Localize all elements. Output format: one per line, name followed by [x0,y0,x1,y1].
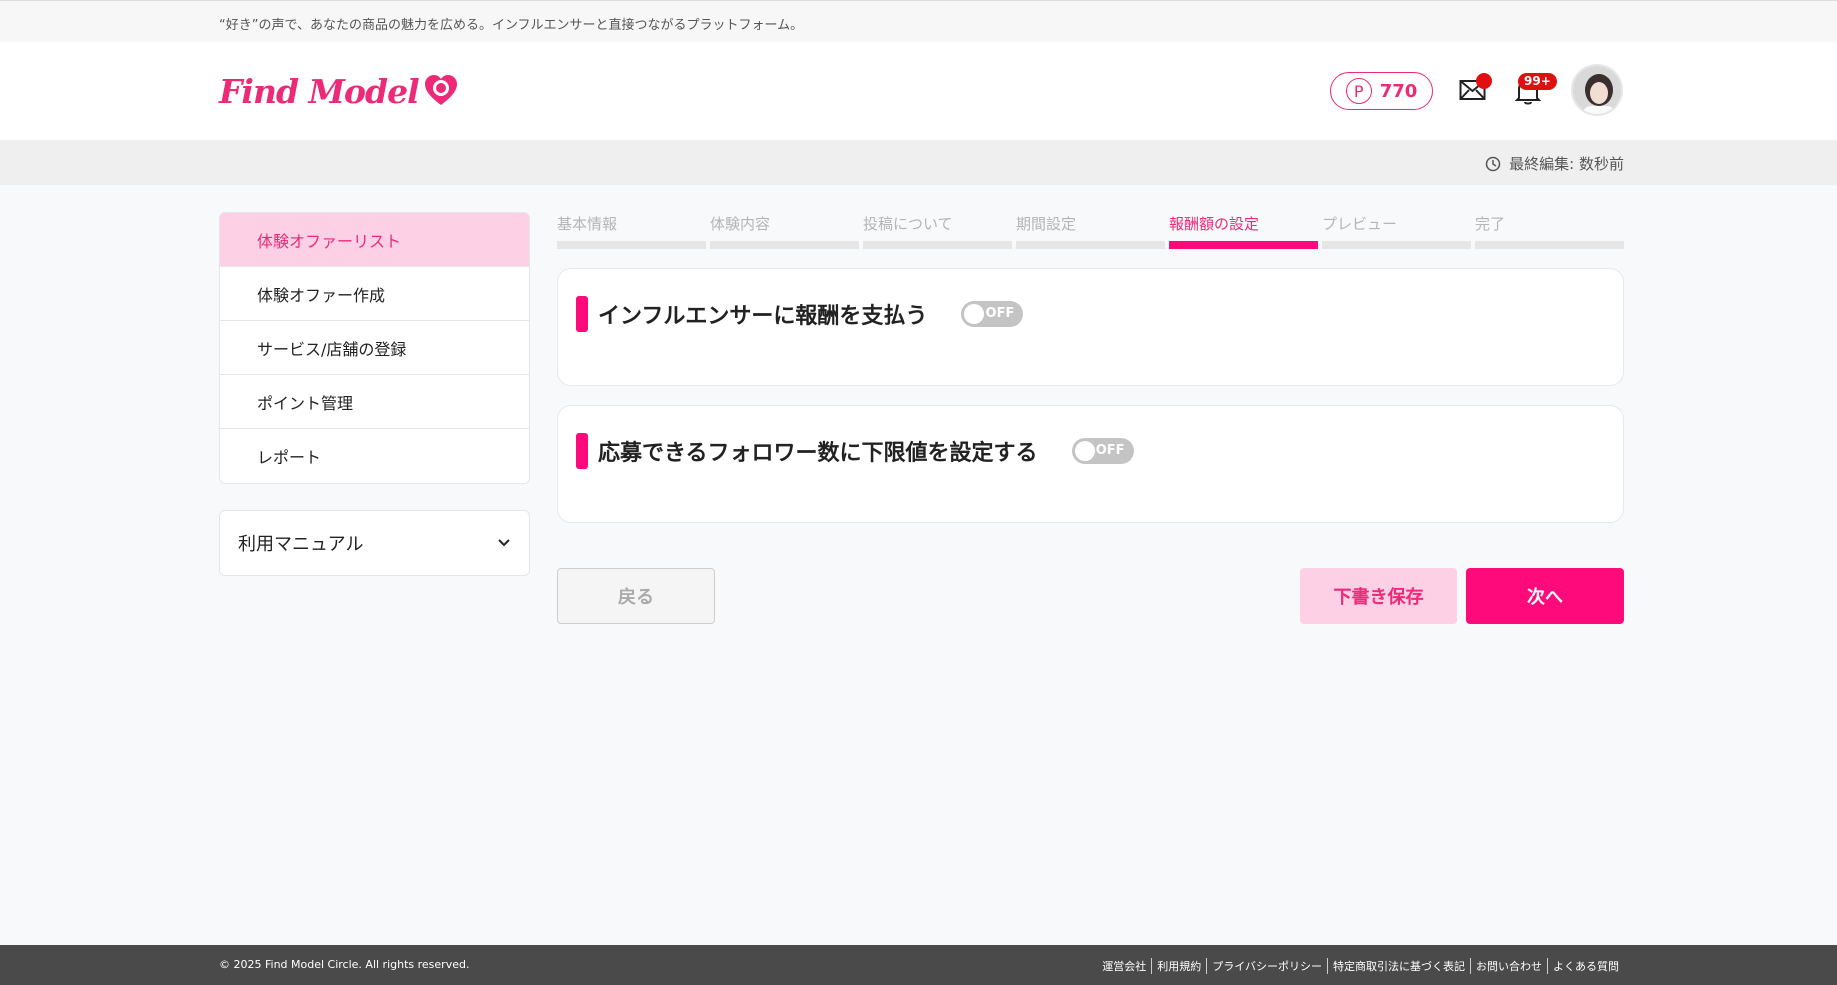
step-bar [1169,241,1318,249]
step-label: 体験内容 [710,215,771,233]
manual-label: 利用マニュアル [238,534,364,555]
footer-link-company[interactable]: 運営会社 [1097,958,1151,974]
follower-minimum-toggle[interactable]: OFF [1071,438,1134,464]
toggle-state: OFF [985,306,1015,321]
sidebar-item-label: ポイント管理 [257,393,354,413]
footer: © 2025 Find Model Circle. All rights res… [0,945,1837,985]
step-bar [1016,241,1165,249]
card-title-row: インフルエンサーに報酬を支払う OFF [576,296,1024,332]
footer-link-privacy[interactable]: プライバシーポリシー [1206,958,1327,974]
step-bar [1322,241,1471,249]
clock-icon [1485,156,1501,171]
step-reward: 報酬額の設定 [1169,213,1318,249]
step-bar [1475,241,1624,249]
follower-minimum-card: 応募できるフォロワー数に下限値を設定する OFF [557,405,1624,523]
footer-link-faq[interactable]: よくある質問 [1547,958,1624,974]
step-label: 基本情報 [557,215,618,233]
card-accent [576,433,588,469]
avatar[interactable] [1571,64,1623,116]
step-label: 完了 [1475,215,1506,233]
logo-text: Find Model [219,71,420,111]
chevron-down-icon [498,539,510,547]
sidebar-item-register-service[interactable]: サービス/店舗の登録 [220,321,529,375]
step-label: プレビュー [1322,215,1398,233]
step-label: 投稿について [863,215,953,233]
sidebar-item-label: 体験オファー作成 [257,285,386,305]
sidebar-item-label: 体験オファーリスト [257,231,402,251]
tagline-text: “好き”の声で、あなたの商品の魅力を広める。インフルエンサーと直接つながるプラッ… [219,18,804,33]
tagline-bar: “好き”の声で、あなたの商品の魅力を広める。インフルエンサーと直接つながるプラッ… [0,0,1837,42]
avatar-image [1573,66,1621,114]
logo[interactable]: Find Model [219,68,459,114]
sidebar-item-label: レポート [257,448,322,467]
heart-icon [424,75,457,105]
save-draft-button[interactable]: 下書き保存 [1300,568,1457,624]
step-content: 体験内容 [710,213,859,249]
sidebar-item-label: サービス/店舗の登録 [257,339,407,359]
step-bar [710,241,859,249]
step-posting: 投稿について [863,213,1012,249]
footer-links: 運営会社 利用規約 プライバシーポリシー 特定商取引法に基づく表記 お問い合わせ… [1097,958,1624,974]
step-basic-info: 基本情報 [557,213,706,249]
progress-steps: 基本情報 体験内容 投稿について 期間設定 報酬額の設定 プレビュー 完了 [557,213,1624,249]
toggle-state: OFF [1095,443,1125,458]
back-button[interactable]: 戻る [557,568,715,624]
step-period: 期間設定 [1016,213,1165,249]
manual-dropdown[interactable]: 利用マニュアル [219,510,530,576]
step-preview: プレビュー [1322,213,1471,249]
step-label: 期間設定 [1016,215,1077,233]
step-complete: 完了 [1475,213,1624,249]
step-label: 報酬額の設定 [1169,215,1260,233]
reward-payment-card: インフルエンサーに報酬を支払う OFF [557,268,1624,386]
card-title-row: 応募できるフォロワー数に下限値を設定する OFF [576,433,1134,469]
notification-badge: 99+ [1518,73,1557,90]
card-title: 応募できるフォロワー数に下限値を設定する [598,441,1038,466]
header: Find Model P 770 99+ [0,42,1837,140]
toggle-knob [1074,441,1095,461]
card-title: インフルエンサーに報酬を支払う [598,304,928,329]
last-edited: 最終編集: 数秒前 [1485,153,1624,174]
footer-link-commercial-law[interactable]: 特定商取引法に基づく表記 [1327,958,1470,974]
next-button[interactable]: 次へ [1466,568,1624,624]
card-accent [576,296,588,332]
sidebar-item-report[interactable]: レポート [220,429,529,483]
copyright: © 2025 Find Model Circle. All rights res… [219,958,470,971]
mail-unread-dot [1476,73,1492,89]
footer-link-contact[interactable]: お問い合わせ [1470,958,1547,974]
toggle-knob [964,304,985,324]
sidebar: 体験オファーリスト 体験オファー作成 サービス/店舗の登録 ポイント管理 レポー… [219,212,530,484]
points-value: 770 [1379,80,1418,102]
last-edited-text: 最終編集: 数秒前 [1509,155,1624,173]
reward-payment-toggle[interactable]: OFF [961,301,1024,327]
step-bar [557,241,706,249]
sidebar-item-offer-list[interactable]: 体験オファーリスト [220,213,529,267]
points-balance[interactable]: P 770 [1330,72,1433,110]
edit-status-bar: 最終編集: 数秒前 [0,140,1837,185]
step-bar [863,241,1012,249]
points-icon: P [1345,78,1372,104]
footer-link-terms[interactable]: 利用規約 [1151,958,1206,974]
sidebar-item-points[interactable]: ポイント管理 [220,375,529,429]
sidebar-item-create-offer[interactable]: 体験オファー作成 [220,267,529,321]
